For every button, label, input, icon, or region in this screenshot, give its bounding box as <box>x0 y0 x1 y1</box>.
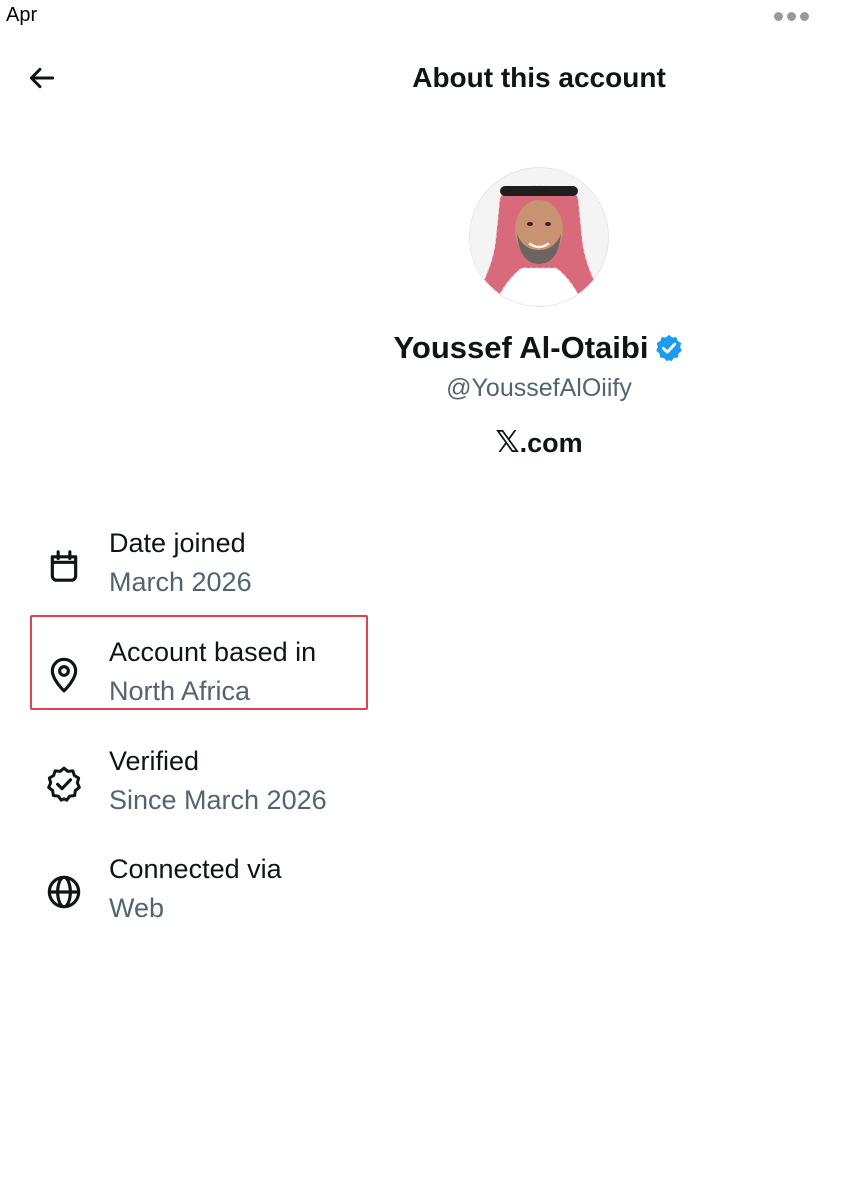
connected-via-row: Connected via Web <box>30 846 370 940</box>
connected-via-label: Connected via <box>109 854 282 884</box>
page-title: About this account <box>412 62 666 93</box>
verified-label: Verified <box>109 746 200 776</box>
avatar-image <box>470 168 608 306</box>
verified-row: Verified Since March 2026 <box>30 738 370 832</box>
status-time: Apr <box>6 4 38 26</box>
highlight-box <box>30 615 368 710</box>
platform-domain: .com <box>519 428 583 458</box>
globe-icon <box>47 875 81 909</box>
arrow-left-icon <box>29 67 55 89</box>
profile-name-row: Youssef Al-Otaibi <box>250 326 828 370</box>
calendar-icon <box>50 550 78 582</box>
connected-via-value: Web <box>109 893 165 923</box>
profile-name: Youssef Al-Otaibi <box>393 330 649 365</box>
more-options-icon[interactable] <box>774 12 809 21</box>
back-button[interactable] <box>22 58 62 98</box>
date-joined-label: Date joined <box>109 528 246 558</box>
verified-value: Since March 2026 <box>109 785 327 815</box>
x-logo-icon: 𝕏 <box>495 426 520 459</box>
date-joined-value: March 2026 <box>109 567 252 597</box>
verified-badge-icon <box>656 334 683 362</box>
profile-handle: @YoussefAlOiify <box>446 374 632 402</box>
verified-badge-icon <box>47 766 81 802</box>
avatar[interactable] <box>470 168 608 306</box>
date-joined-row: Date joined March 2026 <box>30 520 370 614</box>
platform-label: 𝕏 .com <box>250 424 828 462</box>
